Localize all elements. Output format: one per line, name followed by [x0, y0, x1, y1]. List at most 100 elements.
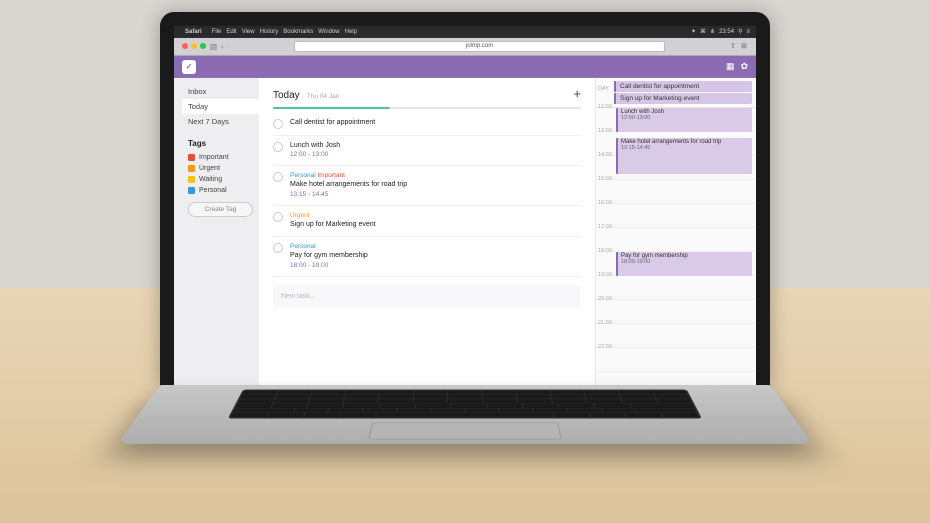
- tag-color-icon: [188, 175, 195, 182]
- task-title: Call dentist for appointment: [290, 117, 581, 127]
- task-row[interactable]: Call dentist for appointment: [273, 112, 581, 135]
- task-title: Lunch with Josh: [290, 140, 581, 150]
- close-window-icon[interactable]: [182, 43, 188, 49]
- menu-item[interactable]: View: [242, 28, 255, 34]
- tabs-icon[interactable]: ⊞: [740, 42, 748, 50]
- calendar-hour-row: 16:00: [596, 203, 756, 227]
- progress-bar: [273, 106, 581, 108]
- laptop-trackpad: [369, 422, 562, 439]
- new-task-input[interactable]: New task...: [273, 285, 581, 308]
- search-icon[interactable]: ⚲: [738, 28, 742, 35]
- calendar-event[interactable]: Make hotel arrangements for road trip 13…: [616, 137, 752, 173]
- task-title: Sign up for Marketing event: [290, 220, 581, 230]
- tags-heading: Tags: [188, 138, 259, 147]
- menu-item[interactable]: Window: [318, 28, 339, 34]
- calendar-icon[interactable]: ▦: [726, 61, 735, 72]
- sidebar-tag-urgent[interactable]: Urgent: [182, 162, 259, 173]
- tag-label: Personal: [199, 186, 227, 193]
- clock[interactable]: 23:54: [719, 28, 734, 34]
- menu-item[interactable]: Help: [345, 28, 357, 34]
- calendar-event-time: 18:00-19:00: [621, 258, 749, 264]
- sidebar-nav-today[interactable]: Today: [182, 98, 259, 113]
- sidebar-tag-personal[interactable]: Personal: [182, 184, 259, 195]
- task-checkbox[interactable]: [273, 118, 283, 128]
- macos-menubar: Safari File Edit View History Bookmarks Windo…: [174, 25, 756, 37]
- settings-icon[interactable]: ✿: [740, 61, 748, 72]
- calendar-panel: DAY Call dentist for appointmentSign up …: [596, 77, 756, 385]
- menu-item[interactable]: File: [212, 28, 222, 34]
- sidebar-nav-next-7-days[interactable]: Next 7 Days: [182, 113, 259, 128]
- sidebar-toggle-icon[interactable]: ▥: [210, 41, 217, 50]
- task-tags: Urgent: [290, 211, 581, 220]
- calendar-hour-row: 22:00: [596, 347, 756, 371]
- hour-label: 14:00: [598, 151, 612, 157]
- page-title: Today: [273, 89, 300, 100]
- hour-label: 17:00: [598, 223, 612, 229]
- app-logo[interactable]: ✓: [182, 59, 196, 73]
- create-tag-button[interactable]: Create Tag: [188, 201, 253, 216]
- task-checkbox[interactable]: [273, 243, 283, 253]
- menu-item[interactable]: Edit: [226, 28, 236, 34]
- task-checkbox[interactable]: [273, 141, 283, 151]
- menu-item[interactable]: Bookmarks: [283, 28, 313, 34]
- hour-label: 15:00: [598, 175, 612, 181]
- calendar-hour-row: 17:00: [596, 227, 756, 251]
- task-time: 18:00 - 19:00: [290, 261, 581, 270]
- sidebar-tag-waiting[interactable]: Waiting: [182, 173, 259, 184]
- minimize-window-icon[interactable]: [191, 43, 197, 49]
- status-icon[interactable]: ✦: [691, 28, 696, 35]
- menu-item[interactable]: History: [260, 28, 279, 34]
- maximize-window-icon[interactable]: [200, 43, 206, 49]
- laptop-keyboard: [228, 389, 702, 418]
- tag-label: Waiting: [199, 175, 222, 182]
- hour-label: 22:00: [598, 343, 612, 349]
- forward-icon[interactable]: ›: [228, 41, 231, 50]
- tag-color-icon: [188, 164, 195, 171]
- calendar-hour-row: 21:00: [596, 323, 756, 347]
- calendar-allday-event[interactable]: Call dentist for appointment: [614, 80, 752, 91]
- url-bar[interactable]: jolmp.com: [294, 40, 665, 51]
- hour-label: 16:00: [598, 199, 612, 205]
- sidebar: InboxTodayNext 7 Days Tags Important Urg…: [174, 77, 259, 385]
- browser-toolbar: ▥ ‹ › jolmp.com ⇪ ⊞: [174, 37, 756, 55]
- add-task-button[interactable]: +: [573, 85, 581, 100]
- share-icon[interactable]: ⇪: [729, 42, 737, 50]
- app-header: ✓ ▦ ✿: [174, 55, 756, 77]
- task-checkbox[interactable]: [273, 212, 283, 222]
- tag-color-icon: [188, 153, 195, 160]
- main-panel: Today Thu 04 Jan + Call dentist for appo…: [259, 77, 596, 385]
- app-name[interactable]: Safari: [185, 28, 202, 34]
- task-title: Pay for gym membership: [290, 251, 581, 261]
- calendar-allday-event[interactable]: Sign up for Marketing event: [614, 92, 752, 103]
- menu-icon[interactable]: ≡: [746, 28, 750, 34]
- hour-label: 18:00: [598, 247, 612, 253]
- calendar-hour-row: 15:00: [596, 179, 756, 203]
- tag-color-icon: [188, 186, 195, 193]
- back-icon[interactable]: ‹: [221, 41, 224, 50]
- calendar-event[interactable]: Pay for gym membership 18:00-19:00: [616, 251, 752, 275]
- hour-label: 21:00: [598, 319, 612, 325]
- task-row[interactable]: Lunch with Josh 12:00 - 13:00: [273, 135, 581, 166]
- task-time: 13:15 - 14:45: [290, 190, 581, 199]
- task-checkbox[interactable]: [273, 172, 283, 182]
- wifi-icon[interactable]: ⋔: [710, 28, 715, 35]
- status-icon[interactable]: ⌘: [700, 28, 706, 35]
- hour-label: 12:00: [598, 103, 612, 109]
- task-row[interactable]: Personal Pay for gym membership 18:00 - …: [273, 237, 581, 277]
- task-time: 12:00 - 13:00: [290, 150, 581, 159]
- tag-label: Urgent: [199, 164, 220, 171]
- task-row[interactable]: Personal Important Make hotel arrangemen…: [273, 166, 581, 206]
- task-title: Make hotel arrangements for road trip: [290, 180, 581, 190]
- sidebar-tag-important[interactable]: Important: [182, 151, 259, 162]
- hour-label: 13:00: [598, 127, 612, 133]
- task-tags: Personal: [290, 242, 581, 251]
- task-row[interactable]: Urgent Sign up for Marketing event: [273, 206, 581, 237]
- calendar-hour-row: 19:00: [596, 275, 756, 299]
- hour-label: 20:00: [598, 295, 612, 301]
- page-date: Thu 04 Jan: [307, 92, 340, 99]
- calendar-event-time: 13:15-14:45: [621, 144, 749, 150]
- calendar-hour-row: 20:00: [596, 299, 756, 323]
- sidebar-nav-inbox[interactable]: Inbox: [182, 83, 259, 98]
- calendar-event-time: 12:00-13:00: [621, 114, 749, 120]
- calendar-event[interactable]: Lunch with Josh 12:00-13:00: [616, 107, 752, 131]
